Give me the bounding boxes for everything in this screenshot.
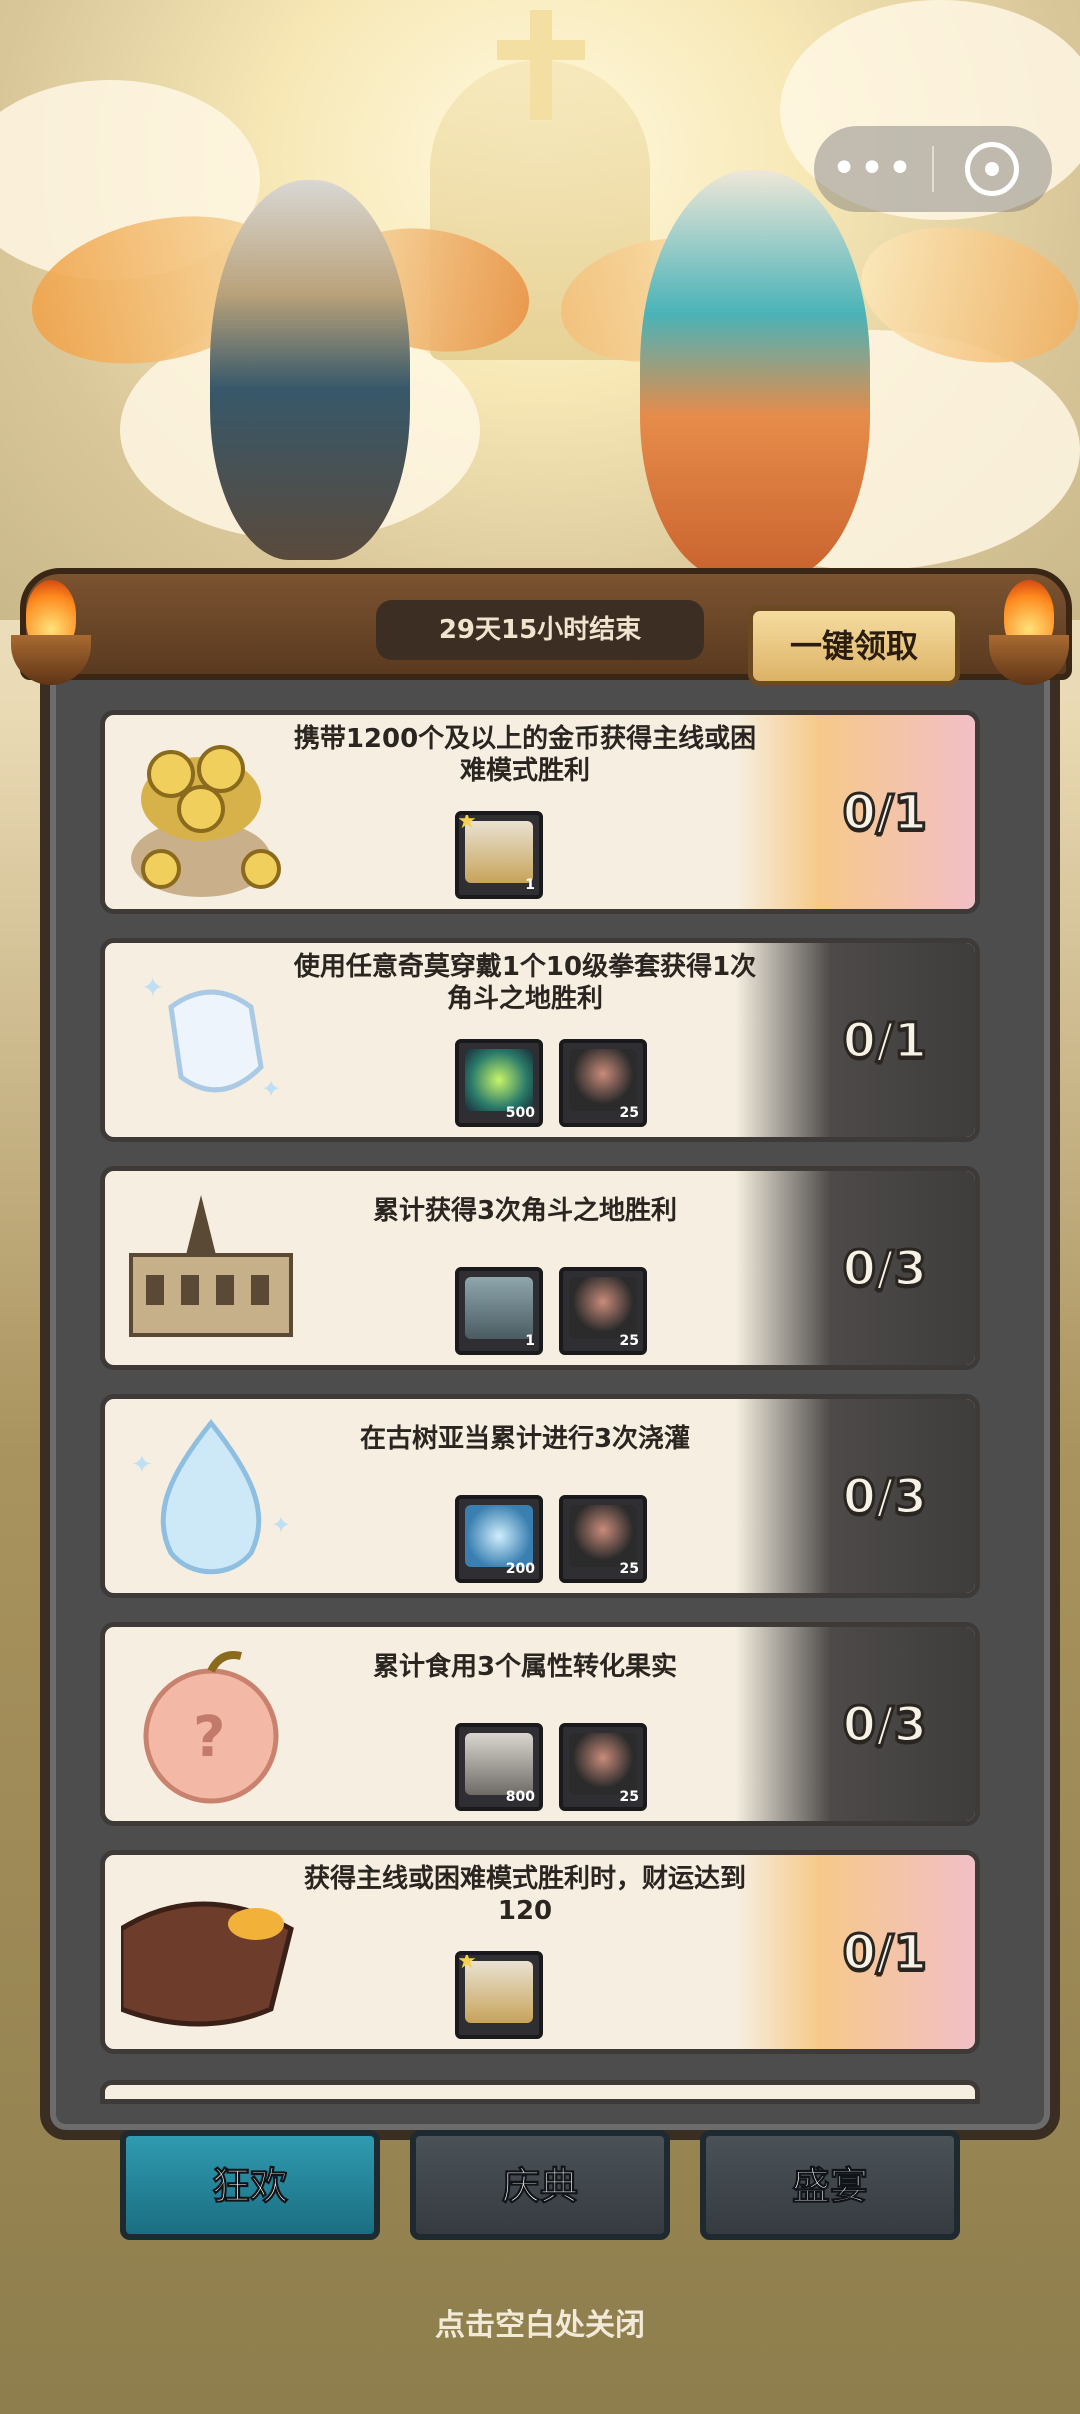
task-list: 携带1200个及以上的金币获得主线或困难模式胜利 ★ 1 0/1 ✦ ✦ 使用任… (100, 710, 980, 2078)
task-title: 获得主线或困难模式胜利时，财运达到120 (303, 1864, 746, 1926)
svg-text:✦: ✦ (141, 971, 164, 1004)
cross-bar (497, 40, 585, 60)
valkyrie-hero-figure (210, 180, 410, 560)
torch-icon (984, 580, 1074, 690)
sparkle-star-icon (465, 1049, 533, 1111)
water-drop-crystal-icon: ✦ ✦ (121, 1413, 301, 1583)
reward-qty: 25 (619, 1789, 639, 1805)
reward-qty: 800 (505, 1789, 535, 1805)
reward-item[interactable]: 200 (455, 1495, 543, 1583)
reward-item[interactable]: 500 (455, 1039, 543, 1127)
colosseum-icon (121, 1185, 301, 1355)
task-card: ✦ ✦ 在古树亚当累计进行3次浇灌 200 25 0/3 (100, 1394, 980, 1598)
reward-list: 200 25 (455, 1495, 647, 1583)
reward-item[interactable]: 800 (455, 1723, 543, 1811)
target-icon[interactable] (934, 142, 1050, 196)
reward-item[interactable]: ★ 1 (455, 811, 543, 899)
task-title: 累计食用3个属性转化果实 (372, 1652, 678, 1682)
water-drop-icon (465, 1505, 533, 1567)
reward-item[interactable]: 25 (559, 1039, 647, 1127)
star-icon: ★ (457, 1951, 477, 1974)
svg-text:✦: ✦ (131, 1450, 153, 1480)
tab-feast[interactable]: 盛宴 (700, 2130, 960, 2240)
pig-warrior-icon (569, 1049, 637, 1111)
bard-hero-figure (640, 170, 870, 580)
reward-list: 500 25 (455, 1039, 647, 1127)
task-progress: 0/1 (841, 784, 928, 843)
star-icon: ★ (457, 811, 477, 834)
reward-item[interactable]: 1 (455, 1267, 543, 1355)
task-card: ✦ ✦ 使用任意奇莫穿戴1个10级拳套获得1次角斗之地胜利 500 25 0/1 (100, 938, 980, 1142)
task-title: 在古树亚当累计进行3次浇灌 (359, 1424, 691, 1454)
task-card: ? 累计食用3个属性转化果实 800 25 0/3 (100, 1622, 980, 1826)
reward-qty: 1 (525, 1333, 535, 1349)
gold-coin-bag-icon (121, 729, 301, 899)
task-card: 获得主线或困难模式胜利时，财运达到120 ★ 0/1 (100, 1850, 980, 2054)
tab-carnival[interactable]: 狂欢 (120, 2130, 380, 2240)
cross-icon (530, 10, 552, 120)
close-hint[interactable]: 点击空白处关闭 (0, 2300, 1080, 2344)
reward-list: ★ 1 (455, 811, 543, 899)
reward-qty: 25 (619, 1561, 639, 1577)
task-title: 累计获得3次角斗之地胜利 (372, 1196, 678, 1226)
more-dots-icon[interactable]: ••• (814, 126, 932, 212)
task-card: 携带1200个及以上的金币获得主线或困难模式胜利 ★ 1 0/1 (100, 710, 980, 914)
event-tabs: 狂欢 庆典 盛宴 (120, 2130, 960, 2260)
svg-text:✦: ✦ (271, 1511, 291, 1539)
reward-item[interactable]: 25 (559, 1723, 647, 1811)
task-progress: 0/1 (841, 1924, 928, 1983)
mystery-fruit-icon: ? (121, 1641, 301, 1811)
gauntlet-icon: ✦ ✦ (121, 957, 301, 1127)
task-card-partial (100, 2080, 980, 2104)
task-progress: 0/3 (841, 1240, 928, 1299)
claim-all-button[interactable]: 一键领取 (748, 606, 960, 686)
reward-qty: 1 (525, 877, 535, 893)
dragon-head-icon (118, 1869, 301, 2039)
pig-warrior-icon (569, 1505, 637, 1567)
reward-qty: 25 (619, 1333, 639, 1349)
reward-list: 1 25 (455, 1267, 647, 1355)
reward-item[interactable]: 25 (559, 1267, 647, 1355)
reward-qty: 25 (619, 1105, 639, 1121)
task-card: 累计获得3次角斗之地胜利 1 25 0/3 (100, 1166, 980, 1370)
task-title: 使用任意奇莫穿戴1个10级拳套获得1次角斗之地胜利 (293, 952, 757, 1014)
hero-banner-art (0, 0, 1080, 620)
svg-text:?: ? (193, 1705, 225, 1770)
reward-qty: 500 (505, 1105, 535, 1121)
tab-celebration[interactable]: 庆典 (410, 2130, 670, 2240)
reward-item[interactable]: 25 (559, 1495, 647, 1583)
pig-warrior-icon (569, 1733, 637, 1795)
pig-warrior-icon (569, 1277, 637, 1339)
task-progress: 0/3 (841, 1696, 928, 1755)
torch-icon (6, 580, 96, 690)
treasure-chest-icon (465, 1277, 533, 1339)
potion-vial-icon (465, 1733, 533, 1795)
miniprogram-capsule: ••• (814, 126, 1052, 212)
reward-qty: 200 (505, 1561, 535, 1577)
reward-item[interactable]: ★ (455, 1951, 543, 2039)
event-timer: 29天15小时结束 (376, 600, 704, 660)
svg-text:✦: ✦ (261, 1075, 281, 1103)
task-title: 携带1200个及以上的金币获得主线或困难模式胜利 (293, 724, 757, 786)
reward-list: ★ (455, 1951, 543, 2039)
task-progress: 0/3 (841, 1468, 928, 1527)
reward-list: 800 25 (455, 1723, 647, 1811)
task-progress: 0/1 (841, 1012, 928, 1071)
